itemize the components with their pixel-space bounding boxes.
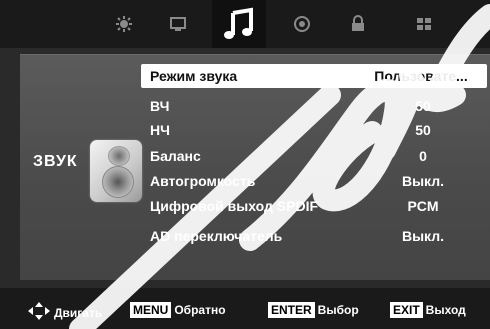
clock-icon: [293, 15, 311, 33]
enter-key-icon: ENTER: [268, 302, 315, 318]
help-menu: MENU Обратно: [130, 302, 226, 318]
menu-item-spdif[interactable]: Цифровой выход SPDIF PCM: [141, 194, 487, 218]
help-move: Двигать: [28, 302, 102, 323]
menu-item-value: Выкл.: [401, 228, 445, 244]
menu-item-balance[interactable]: Баланс 0: [141, 144, 487, 168]
screen-icon: [169, 15, 187, 33]
menu-item-value: Выкл.: [401, 173, 445, 189]
menu-item-value: PCM: [407, 198, 439, 214]
arrows-icon: [28, 302, 50, 323]
section-title: ЗВУК: [33, 153, 78, 170]
help-bar: Двигать MENU Обратно ENTER Выбор EXIT Вы…: [0, 288, 490, 329]
menu-item-label: Автогромкость: [150, 173, 256, 189]
speaker-icon: [90, 140, 142, 202]
menu-item-sound-mode[interactable]: Режим звука Пользовате...: [141, 64, 487, 88]
help-menu-label: Обратно: [174, 303, 226, 317]
menu-item-auto-volume[interactable]: Автогромкость Выкл.: [141, 169, 487, 193]
menu-item-value: 50: [415, 98, 431, 114]
menu-item-label: Цифровой выход SPDIF: [150, 198, 319, 214]
menu-item-label: ВЧ: [150, 98, 170, 114]
menu-item-treble[interactable]: ВЧ 50: [141, 94, 487, 118]
tab-time[interactable]: [282, 0, 322, 48]
menu-item-value: Пользовате...: [374, 68, 468, 84]
menu-item-label: AD переключатель: [150, 228, 283, 244]
help-move-label: Двигать: [54, 305, 103, 320]
help-exit-label: Выход: [425, 303, 466, 317]
exit-key-icon: EXIT: [390, 302, 423, 318]
tab-lock[interactable]: [338, 0, 378, 48]
menu-item-label: Режим звука: [150, 68, 238, 84]
menu-item-label: НЧ: [150, 122, 170, 138]
tab-sound[interactable]: [212, 0, 266, 48]
help-exit: EXIT Выход: [390, 302, 466, 318]
menu-item-ad-switch[interactable]: AD переключатель Выкл.: [141, 224, 487, 248]
tv-osd-menu: ЗВУК Режим звука Пользовате... ВЧ 50 НЧ …: [0, 0, 490, 329]
tab-screen[interactable]: [158, 0, 198, 48]
menu-key-icon: MENU: [130, 302, 172, 318]
menu-item-bass[interactable]: НЧ 50: [141, 118, 487, 142]
tab-picture[interactable]: [104, 0, 144, 48]
help-enter-label: Выбор: [317, 303, 359, 317]
help-enter: ENTER Выбор: [268, 302, 359, 318]
tab-setup[interactable]: [404, 0, 444, 48]
menu-item-label: Баланс: [150, 148, 201, 164]
menu-item-value: 0: [419, 148, 427, 164]
menu-item-value: 50: [415, 122, 431, 138]
category-tab-bar: [0, 0, 490, 48]
setup-grid-icon: [415, 15, 433, 33]
lock-icon: [349, 15, 367, 33]
picture-icon: [115, 15, 133, 33]
music-note-icon: [222, 7, 256, 41]
